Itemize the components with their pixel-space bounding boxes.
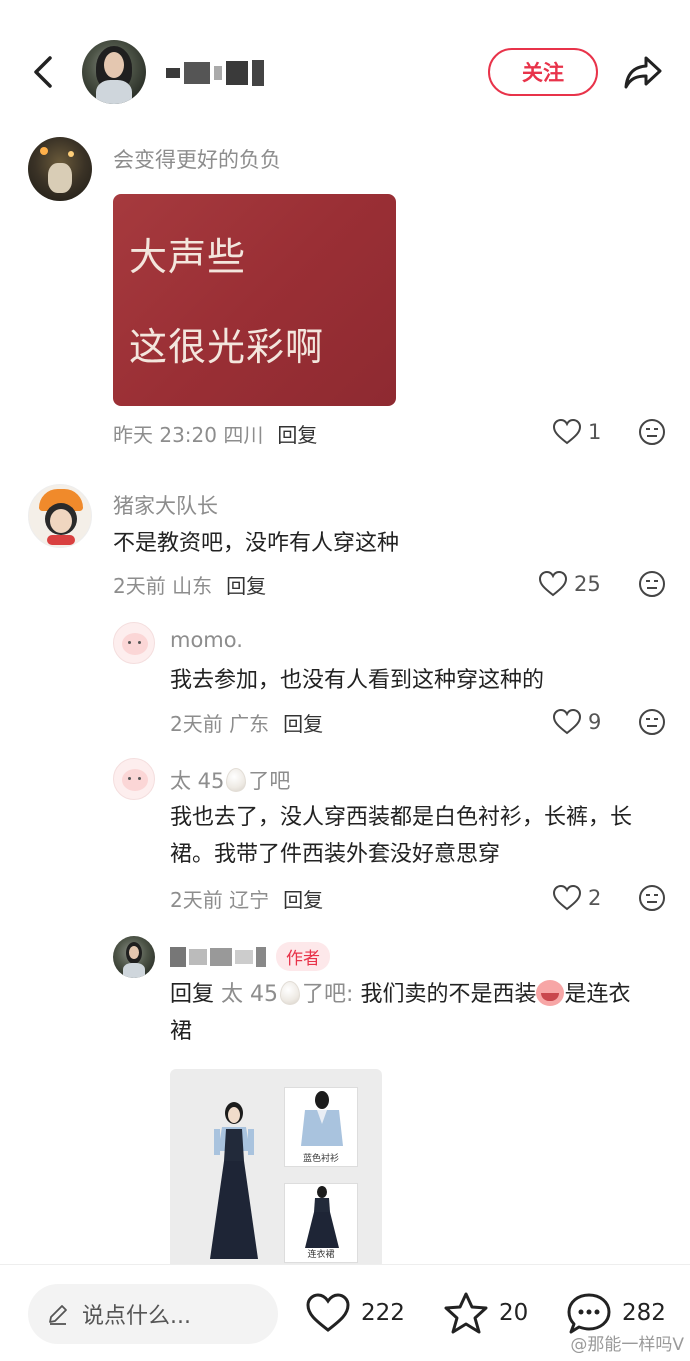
reply-link[interactable]: 回复 [283,712,323,736]
author-name-redacted[interactable] [166,58,264,88]
replier-avatar[interactable] [113,622,155,664]
like-button[interactable]: 2 [552,882,601,914]
favorite-post-button[interactable]: 20 [443,1289,528,1337]
heart-icon [552,418,582,445]
comment-meta: 昨天 23:20 四川 回复 [113,419,317,448]
product-variant-thumb[interactable]: 蓝色衬衫 [284,1087,358,1167]
author-reply-name[interactable]: 作者 [170,942,330,971]
commenter-avatar[interactable] [28,484,92,548]
reply-time-location: 2天前 广东 [170,712,270,736]
blouse-thumb-icon [301,1091,343,1146]
bottom-action-bar: 说点什么... 222 20 282 @那能一样吗V [0,1264,690,1361]
egg-emoji-icon [280,981,301,1005]
follow-button[interactable]: 关注 [488,48,598,96]
reply-text: 我也去了，没人穿西装都是白色衬衫，长裤，长裙。我带了件西装外套没好意思穿 [170,805,633,867]
egg-emoji-icon [226,768,247,792]
comment-bubble-icon [567,1293,611,1334]
dislike-face-icon[interactable] [638,708,666,736]
meme-text-line: 大声些 [129,235,247,279]
reply-link[interactable]: 回复 [283,888,323,912]
comment-time-location: 2天前 山东 [113,574,213,598]
meme-text-line: 这很光彩啊 [129,325,325,369]
share-icon[interactable] [622,52,664,92]
commenter-avatar[interactable] [28,137,92,201]
heart-icon [538,570,568,597]
like-count: 9 [588,710,602,734]
reply-target-name[interactable]: 太 45 了吧: [221,981,353,1007]
dress-thumb-icon [305,1186,339,1248]
comment-time-location: 昨天 23:20 四川 [113,423,264,447]
product-variant-thumb[interactable]: 连衣裙 [284,1183,358,1263]
author-badge: 作者 [276,942,330,971]
heart-icon [306,1293,350,1332]
back-arrow-icon[interactable] [28,52,60,92]
like-post-button[interactable]: 222 [305,1289,405,1337]
dislike-face-icon[interactable] [638,570,666,598]
star-icon [444,1292,488,1334]
reply-text-part: 我们卖的不是西装 [360,982,537,1007]
post-like-count: 222 [361,1300,405,1326]
like-button[interactable]: 25 [538,568,601,600]
replier-name[interactable]: momo. [170,628,243,652]
like-button[interactable]: 9 [552,706,601,738]
like-count: 2 [588,886,602,910]
post-comment-count: 282 [622,1300,666,1326]
heart-icon [552,884,582,911]
dislike-face-icon[interactable] [638,418,666,446]
replier-name[interactable]: 太 45 了吧 [170,765,290,795]
like-count: 1 [588,420,602,444]
like-count: 25 [574,572,601,596]
crying-emoji-icon [536,980,565,1006]
weibo-watermark: @那能一样吗V [570,1335,684,1355]
meme-image[interactable]: 大声些 这很光彩啊 [113,194,396,406]
comment-input-placeholder: 说点什么... [82,1304,191,1329]
commenter-name[interactable]: 会变得更好的负负 [113,144,281,174]
commenter-name[interactable]: 猪家大队长 [113,490,218,520]
reply-prefix: 回复 [170,982,215,1007]
comment-text: 不是教资吧，没咋有人穿这种 [113,531,400,556]
author-reply-text: 回复 太 45 了吧: 我们卖的不是西装 是连衣裙 [170,976,650,1050]
replier-avatar[interactable] [113,758,155,800]
author-reply-avatar[interactable] [113,936,155,978]
comment-input[interactable]: 说点什么... [28,1284,278,1344]
replier-name-prefix: 太 45 [170,769,225,793]
variant-label: 蓝色衬衫 [302,1154,339,1164]
heart-icon [552,708,582,735]
post-favorite-count: 20 [499,1300,529,1326]
dislike-face-icon[interactable] [638,884,666,912]
reply-meta: 2天前 辽宁 回复 [170,884,323,913]
dress-model-figure [210,1102,258,1259]
reply-text: 我去参加，也没有人看到这种穿这种的 [170,668,545,693]
variant-label: 连衣裙 [307,1250,335,1260]
top-nav-bar: 关注 [0,0,690,140]
replier-name-suffix: 了吧 [248,769,291,793]
reply-meta: 2天前 广东 回复 [170,708,323,737]
product-image[interactable]: 蓝色衬衫 连衣裙 [170,1069,382,1269]
reply-link[interactable]: 回复 [277,423,317,447]
reply-link[interactable]: 回复 [226,574,266,598]
reply-time-location: 2天前 辽宁 [170,888,270,912]
author-name-redacted [170,946,266,967]
pencil-icon [49,1305,67,1325]
author-avatar[interactable] [82,40,146,104]
comment-meta: 2天前 山东 回复 [113,570,266,599]
like-button[interactable]: 1 [552,416,601,448]
